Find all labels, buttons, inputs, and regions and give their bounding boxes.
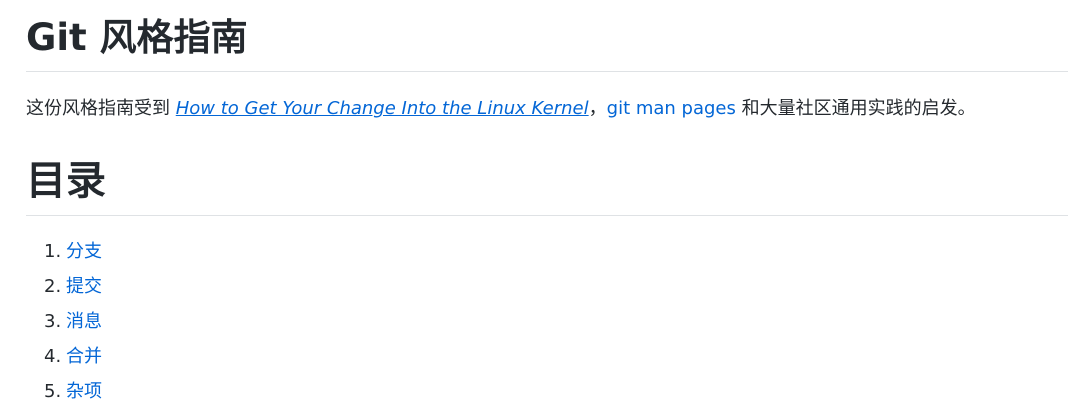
intro-separator: ， bbox=[588, 98, 607, 119]
toc-list: 1. 分支 2. 提交 3. 消息 4. 合并 5. 杂项 bbox=[44, 238, 102, 413]
linux-kernel-link[interactable]: How to Get Your Change Into the Linux Ke… bbox=[176, 98, 589, 119]
toc-item-number: 2. bbox=[44, 276, 62, 297]
toc-link-branch[interactable]: 分支 bbox=[66, 241, 102, 262]
toc-item-number: 4. bbox=[44, 346, 62, 367]
git-man-pages-link[interactable]: git man pages bbox=[607, 98, 736, 119]
toc-link-merge[interactable]: 合并 bbox=[66, 346, 102, 367]
toc-link-misc[interactable]: 杂项 bbox=[66, 381, 102, 402]
page-title-block: Git 风格指南 bbox=[26, 8, 1068, 72]
toc-item-number: 5. bbox=[44, 381, 62, 402]
toc-item: 5. 杂项 bbox=[44, 378, 102, 413]
toc-item: 4. 合并 bbox=[44, 343, 102, 378]
intro-prefix: 这份风格指南受到 bbox=[26, 98, 176, 119]
toc-item: 2. 提交 bbox=[44, 273, 102, 308]
toc-heading-block: 目录 bbox=[26, 150, 1068, 216]
toc-item: 1. 分支 bbox=[44, 238, 102, 273]
toc-link-message[interactable]: 消息 bbox=[66, 311, 102, 332]
toc-title: 目录 bbox=[26, 158, 106, 204]
toc-item-number: 1. bbox=[44, 241, 62, 262]
document-page: Git 风格指南 这份风格指南受到 How to Get Your Change… bbox=[0, 0, 1080, 419]
intro-paragraph: 这份风格指南受到 How to Get Your Change Into the… bbox=[26, 96, 976, 122]
toc-link-commit[interactable]: 提交 bbox=[66, 276, 102, 297]
toc-item-number: 3. bbox=[44, 311, 62, 332]
intro-suffix: 和大量社区通用实践的启发。 bbox=[735, 98, 976, 119]
page-title: Git 风格指南 bbox=[26, 16, 248, 59]
toc-item: 3. 消息 bbox=[44, 308, 102, 343]
